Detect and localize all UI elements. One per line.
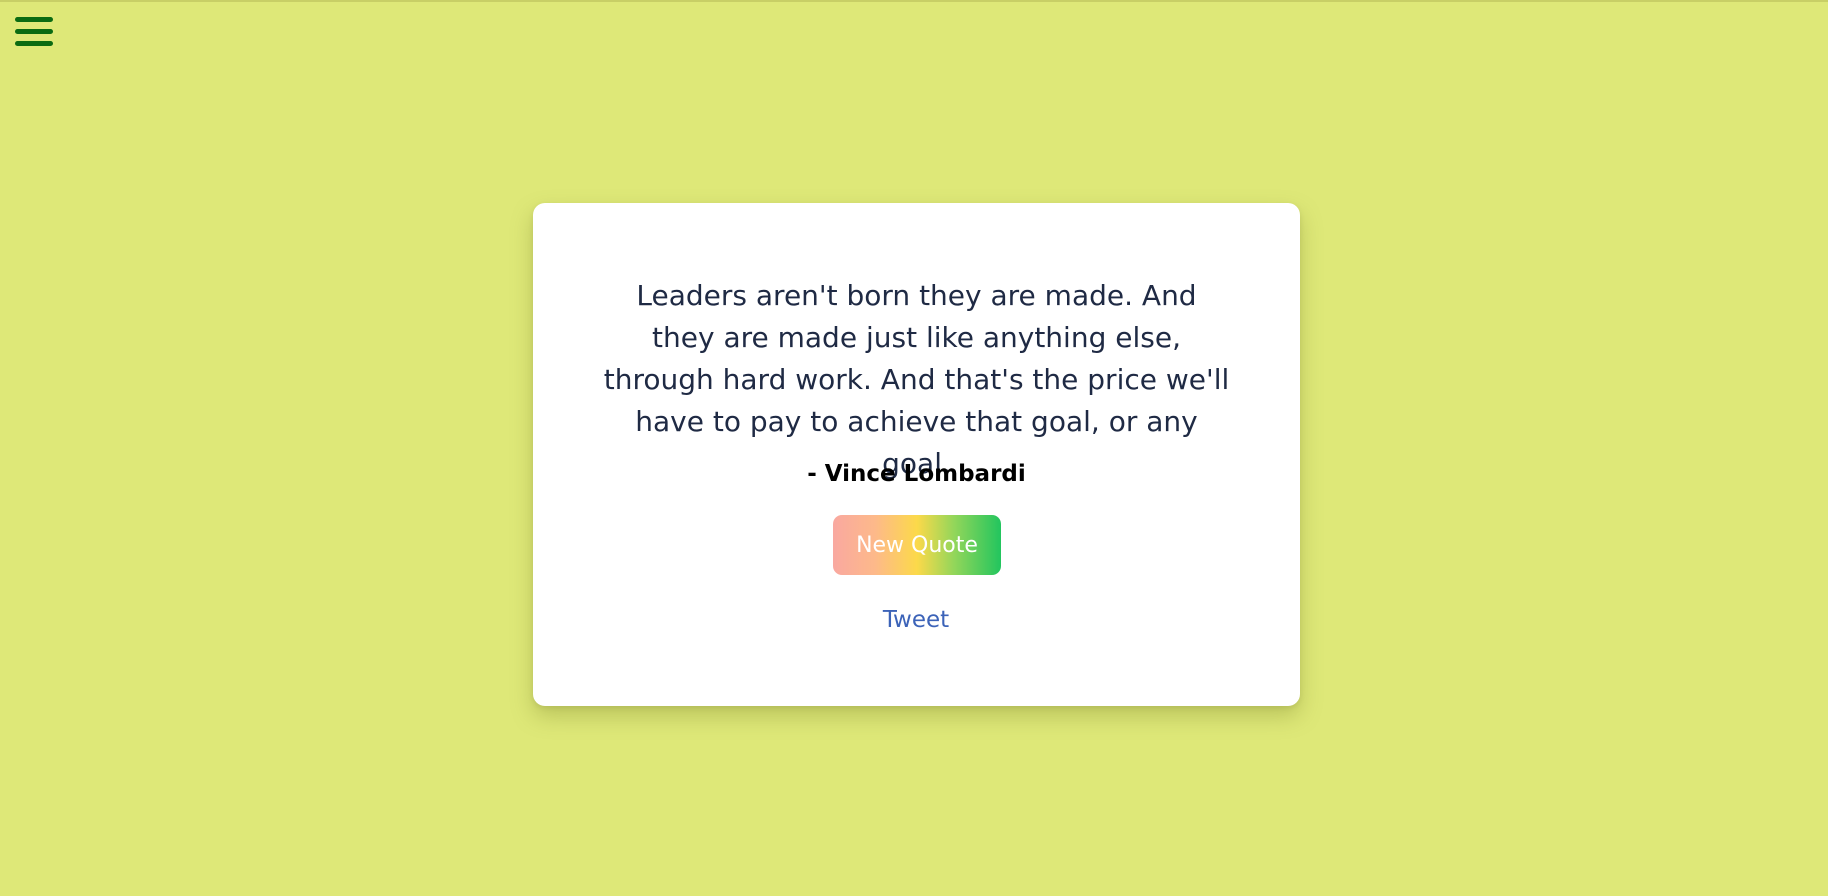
new-quote-button[interactable]: New Quote [833, 515, 1001, 575]
tweet-link[interactable]: Tweet [816, 604, 1016, 636]
quote-card: Leaders aren't born they are made. And t… [533, 203, 1300, 706]
top-border [0, 0, 1828, 2]
menu-button[interactable] [10, 12, 60, 56]
quote-author: - Vince Lombardi [807, 461, 1026, 487]
quote-text: Leaders aren't born they are made. And t… [603, 279, 1230, 480]
